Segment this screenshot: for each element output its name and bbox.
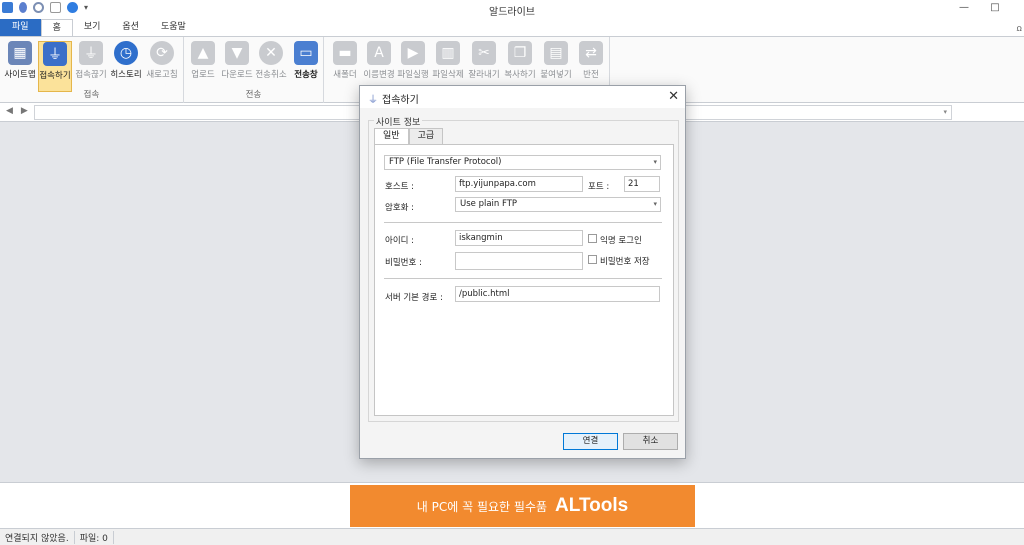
run-file-icon: ▶ (401, 41, 425, 65)
group-label-connect: 접속 (83, 90, 100, 100)
id-label: 아이디 : (385, 236, 415, 246)
refresh-label: 새로고침 (146, 70, 178, 80)
cancel-transfer-button[interactable]: ✕ 전송취소 (254, 41, 288, 89)
divider (384, 222, 662, 223)
dialog-tabs: 일반 고급 (374, 128, 444, 144)
host-input[interactable]: ftp.yijunpapa.com (455, 176, 583, 192)
chevron-down-icon[interactable]: ▾ (943, 108, 947, 116)
transfer-window-icon: ▭ (294, 41, 318, 65)
scissors-icon: ✂ (472, 41, 496, 65)
dialog-title-bar: ⏚ 접속하기 ✕ (360, 86, 685, 108)
trash-icon: ▥ (436, 41, 460, 65)
id-input[interactable]: iskangmin (455, 230, 583, 246)
status-bar: 연결되지 않았음. 파일: 0 (0, 528, 1024, 545)
rename-icon: A (367, 41, 391, 65)
maximize-icon[interactable]: □ (989, 2, 1001, 14)
port-label: 포트 : (588, 182, 610, 192)
encryption-label: 암호화 : (385, 203, 415, 213)
minimize-icon[interactable]: — (958, 2, 970, 14)
tab-home[interactable]: 홈 (40, 19, 73, 36)
sitemap-button[interactable]: ▦ 사이트맵 (3, 41, 37, 89)
paste-button[interactable]: ▤ 붙여넣기 (539, 41, 573, 89)
cancel-icon: ✕ (259, 41, 283, 65)
tab-view[interactable]: 보기 (73, 19, 112, 36)
group-label-transfer: 전송 (245, 90, 262, 100)
server-path-input[interactable]: /public.html (455, 286, 660, 302)
altools-banner[interactable]: 내 PC에 꼭 필요한 필수품 ALTools (350, 485, 695, 527)
upload-button[interactable]: ▲ 업로드 (186, 41, 220, 89)
run-file-button[interactable]: ▶ 파일실행 (396, 41, 430, 89)
close-icon[interactable]: ✕ (668, 89, 679, 104)
download-button[interactable]: ▼ 다운로드 (220, 41, 254, 89)
connection-status: 연결되지 않았음. (0, 530, 75, 544)
protocol-value: FTP (File Transfer Protocol) (389, 157, 502, 167)
site-info-legend: 사이트 정보 (374, 115, 423, 128)
refresh-icon: ⟳ (150, 41, 174, 65)
connect-button[interactable]: ⏚ 접속하기 (38, 41, 72, 92)
cancel-button[interactable]: 취소 (623, 433, 678, 450)
history-button[interactable]: ◷ 히스토리 (109, 41, 143, 89)
general-panel: FTP (File Transfer Protocol) ▾ 호스트 : ftp… (374, 144, 674, 416)
download-icon: ▼ (225, 41, 249, 65)
tab-file[interactable]: 파일 (0, 19, 41, 36)
dialog-title: 접속하기 (382, 95, 419, 106)
save-password-checkbox[interactable] (588, 255, 597, 264)
connect-button[interactable]: 연결 (563, 433, 618, 450)
title-bar: ▾ 알드라이브 — □ (0, 0, 1024, 18)
ribbon-group-connect: ▦ 사이트맵 ⏚ 접속하기 ⏚ 접속끊기 ◷ 히스토리 ⟳ 새로고침 접속 (0, 37, 184, 103)
ad-area: 내 PC에 꼭 필요한 필수품 ALTools (0, 482, 1024, 528)
plug-icon: ⏚ (368, 95, 378, 106)
paste-icon: ▤ (544, 41, 568, 65)
protocol-select[interactable]: FTP (File Transfer Protocol) ▾ (384, 155, 661, 170)
divider (384, 278, 662, 279)
anonymous-login-checkbox[interactable] (588, 234, 597, 243)
refresh-button[interactable]: ⟳ 새로고침 (145, 41, 179, 89)
password-input[interactable] (455, 252, 583, 270)
server-path-label: 서버 기본 경로 : (385, 293, 443, 303)
transfer-window-button[interactable]: ▭ 전송창 (289, 41, 323, 89)
back-icon[interactable]: ◀ (6, 106, 21, 116)
copy-button[interactable]: ❐ 복사하기 (503, 41, 537, 89)
invert-icon: ⇄ (579, 41, 603, 65)
cut-button[interactable]: ✂ 잘라내기 (467, 41, 501, 89)
invert-button[interactable]: ⇄ 반전 (574, 41, 608, 89)
tab-advanced[interactable]: 고급 (408, 128, 444, 144)
unplug-icon: ⏚ (79, 41, 103, 65)
tab-options[interactable]: 옵션 (111, 19, 150, 36)
banner-brand: ALTools (555, 495, 629, 516)
nav-arrows: ◀▶ (6, 106, 36, 116)
ribbon-collapse-icon[interactable]: ꭥ (1017, 21, 1022, 34)
copy-icon: ❐ (508, 41, 532, 65)
folder-icon: ▬ (333, 41, 357, 65)
file-count: 파일: 0 (75, 530, 114, 544)
save-password-label: 비밀번호 저장 (600, 257, 650, 267)
invert-label: 반전 (583, 70, 599, 80)
chevron-down-icon: ▾ (653, 200, 657, 208)
banner-text: 내 PC에 꼭 필요한 필수품 (416, 499, 548, 514)
connect-dialog: ⏚ 접속하기 ✕ 사이트 정보 일반 고급 FTP (File Transfer… (359, 85, 686, 459)
ribbon-tabs: 파일 홈 보기 옵션 도움말 ꭥ (0, 18, 1024, 36)
port-input[interactable]: 21 (624, 176, 660, 192)
clock-icon: ◷ (114, 41, 138, 65)
tab-general[interactable]: 일반 (374, 128, 409, 144)
password-label: 비밀번호 : (385, 258, 422, 268)
encryption-select[interactable]: Use plain FTP ▾ (455, 197, 661, 212)
window-title: 알드라이브 (489, 7, 535, 18)
encryption-value: Use plain FTP (460, 199, 518, 209)
tab-help[interactable]: 도움말 (150, 19, 197, 36)
upload-icon: ▲ (191, 41, 215, 65)
rename-button[interactable]: A 이름변경 (362, 41, 396, 89)
ribbon-group-transfer: ▲ 업로드 ▼ 다운로드 ✕ 전송취소 ▭ 전송창 전송 (184, 37, 324, 103)
host-label: 호스트 : (385, 182, 415, 192)
new-folder-button[interactable]: ▬ 새폴더 (328, 41, 362, 89)
delete-file-button[interactable]: ▥ 파일삭제 (431, 41, 465, 89)
anonymous-login-label: 익명 로그인 (600, 236, 642, 246)
plug-icon: ⏚ (43, 42, 67, 66)
disconnect-button[interactable]: ⏚ 접속끊기 (74, 41, 108, 89)
chevron-down-icon: ▾ (653, 158, 657, 166)
sitemap-icon: ▦ (8, 41, 32, 65)
